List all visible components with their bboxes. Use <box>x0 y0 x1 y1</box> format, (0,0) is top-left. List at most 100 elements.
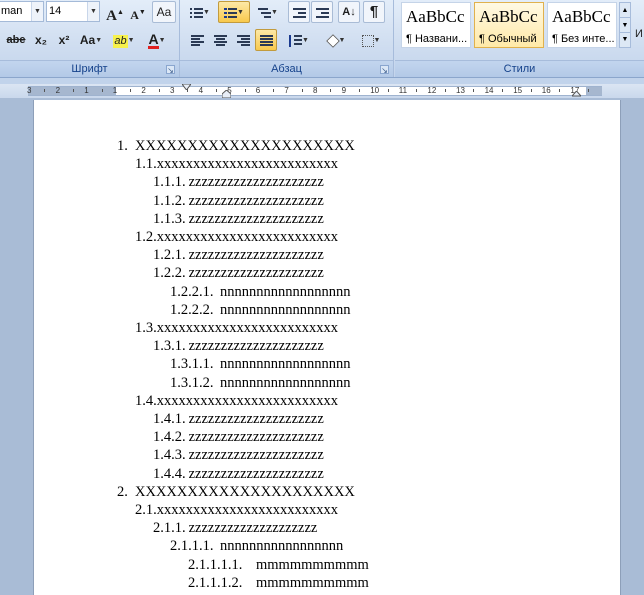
paragraph-group: ▼ ▼ ▼ A↓ ¶ ▼ ▼ ▼ Абзац ↘ <box>180 0 394 77</box>
style-title-tile[interactable]: AaBbCc ¶ Названи... <box>401 2 471 48</box>
list-number: 1.4.3. <box>153 447 186 464</box>
line-spacing-icon <box>289 34 303 47</box>
list-text: zzzzzzzzzzzzzzzzzzzzz <box>188 210 324 227</box>
line-spacing-button[interactable]: ▼ <box>284 29 314 51</box>
ruler-number: 12 <box>427 86 437 95</box>
superscript-button[interactable]: x² <box>53 29 75 51</box>
align-right-icon <box>236 34 250 47</box>
style-normal-tile[interactable]: AaBbCc ¶ Обычный <box>474 2 544 48</box>
list-text: zzzzzzzzzzzzzzzzzzzzz <box>188 192 324 209</box>
subscript-button[interactable]: x₂ <box>30 29 52 51</box>
list-item[interactable]: 1.3.1.2. nnnnnnnnnnnnnnnnnn <box>170 374 351 392</box>
list-number: 1.1.1. <box>153 174 186 191</box>
list-item[interactable]: 1.4.xxxxxxxxxxxxxxxxxxxxxxxxx <box>135 392 338 410</box>
list-item[interactable]: 1.2.xxxxxxxxxxxxxxxxxxxxxxxxx <box>135 228 338 246</box>
list-item[interactable]: 1.4.3. zzzzzzzzzzzzzzzzzzzzz <box>153 446 324 464</box>
list-item[interactable]: 1.2.1. zzzzzzzzzzzzzzzzzzzzz <box>153 246 324 264</box>
list-number: 1.4.1. <box>153 411 186 427</box>
list-item[interactable]: 2.1.1.1.1. mmmmmmmmmm <box>188 556 369 574</box>
justify-icon <box>259 34 273 47</box>
change-styles-label[interactable]: И <box>635 28 643 40</box>
list-item[interactable]: 1.2.2.2. nnnnnnnnnnnnnnnnnn <box>170 301 351 319</box>
list-item[interactable]: 1. XXXXXXXXXXXXXXXXXXXXX <box>117 137 355 155</box>
increase-indent-icon <box>315 7 329 19</box>
align-left-icon <box>190 34 204 47</box>
grow-font-label: A <box>106 8 117 24</box>
list-item[interactable]: 1.1.xxxxxxxxxxxxxxxxxxxxxxxxx <box>135 155 338 173</box>
ruler-number: 3 <box>27 86 32 95</box>
multilevel-list-button[interactable]: ▼ <box>252 1 284 23</box>
styles-scroll[interactable]: ▲ ▼ ▼ <box>619 2 631 48</box>
increase-indent-button[interactable] <box>311 1 333 23</box>
dialog-launcher-icon[interactable]: ↘ <box>166 65 175 75</box>
bullets-button[interactable]: ▼ <box>184 1 216 23</box>
borders-button[interactable]: ▼ <box>355 29 387 51</box>
ruler-tick <box>273 89 275 92</box>
list-item[interactable]: 1.2.2. zzzzzzzzzzzzzzzzzzzzz <box>153 264 324 282</box>
list-number: 1.2.2.1. <box>170 283 214 300</box>
list-item[interactable]: 1.3.1. zzzzzzzzzzzzzzzzzzzzz <box>153 337 324 355</box>
hanging-indent-marker[interactable] <box>222 90 231 98</box>
list-text: XXXXXXXXXXXXXXXXXXXXX <box>135 138 355 154</box>
justify-button[interactable] <box>255 29 277 51</box>
font-size-combo[interactable]: 14 ▼ <box>46 1 100 22</box>
highlight-button[interactable]: ab▼ <box>110 29 138 51</box>
list-item[interactable]: 2.1.xxxxxxxxxxxxxxxxxxxxxxxxx <box>135 501 338 519</box>
ruler-tick <box>416 89 418 92</box>
list-text: xxxxxxxxxxxxxxxxxxxxxxxxx <box>156 502 338 518</box>
more-icon[interactable]: ▼ <box>620 33 630 47</box>
horizontal-ruler[interactable]: 3 2 1 1 2 3 4 5 6 7 8 9 10 11 12 13 14 15 16 17 <box>0 84 644 98</box>
numbering-button[interactable]: ▼ <box>218 1 250 23</box>
list-item[interactable]: 2. XXXXXXXXXXXXXXXXXXXXX <box>117 483 355 501</box>
ribbon: man ▼ 14 ▼ A▲ A▼ Aa abe x₂ x² Aa▼ ab▼ A▼… <box>0 0 644 78</box>
first-line-indent-marker[interactable] <box>182 84 191 90</box>
list-item[interactable]: 1.1.2. zzzzzzzzzzzzzzzzzzzzz <box>153 192 324 210</box>
strikethrough-button[interactable]: abe <box>3 29 29 51</box>
font-name-combo[interactable]: man ▼ <box>0 1 44 22</box>
dialog-launcher-icon[interactable]: ↘ <box>380 65 389 75</box>
document-page[interactable]: 1. XXXXXXXXXXXXXXXXXXXXX 1.1.xxxxxxxxxxxxx… <box>33 100 621 595</box>
style-no-spacing-tile[interactable]: AaBbCc ¶ Без инте... <box>547 2 617 48</box>
font-group: man ▼ 14 ▼ A▲ A▼ Aa abe x₂ x² Aa▼ ab▼ A▼… <box>0 0 180 77</box>
list-item[interactable]: 1.1.3. zzzzzzzzzzzzzzzzzzzzz <box>153 210 324 228</box>
align-center-button[interactable] <box>209 29 231 51</box>
list-text: nnnnnnnnnnnnnnnnn <box>220 538 344 555</box>
list-item[interactable]: 1.4.4. zzzzzzzzzzzzzzzzzzzzz <box>153 465 324 483</box>
grow-font-button[interactable]: A▲ <box>104 1 126 24</box>
list-number: 1.2.2.2. <box>170 301 214 318</box>
list-item[interactable]: 2.1.1.1.2. mmmmmmmmmm <box>188 574 369 592</box>
list-item[interactable]: 1.3.1.1. nnnnnnnnnnnnnnnnnn <box>170 355 351 373</box>
list-number: 2.1.1.1.2. <box>188 574 243 591</box>
align-right-button[interactable] <box>232 29 254 51</box>
font-group-label: Шрифт <box>0 60 179 77</box>
chevron-up-icon[interactable]: ▲ <box>620 3 630 18</box>
decrease-indent-button[interactable] <box>288 1 310 23</box>
list-item[interactable]: 1.2.2.1. nnnnnnnnnnnnnnnnnn <box>170 283 351 301</box>
list-item[interactable]: 2.1.1. zzzzzzzzzzzzzzzzzzzz <box>153 519 317 537</box>
chevron-down-icon[interactable]: ▼ <box>31 2 43 21</box>
list-item[interactable]: 1.3.xxxxxxxxxxxxxxxxxxxxxxxxx <box>135 319 338 337</box>
list-item[interactable]: 2.1.1.1. nnnnnnnnnnnnnnnnn <box>170 537 343 555</box>
list-text: zzzzzzzzzzzzzzzzzzzzz <box>188 338 324 355</box>
shading-button[interactable]: ▼ <box>320 29 352 51</box>
list-item[interactable]: 1.4.2. zzzzzzzzzzzzzzzzzzzzz <box>153 428 324 446</box>
chevron-down-icon[interactable]: ▼ <box>87 2 99 21</box>
font-color-icon: A <box>148 31 159 49</box>
align-left-button[interactable] <box>186 29 208 51</box>
font-color-button[interactable]: A▼ <box>141 29 173 51</box>
list-number: 2.1. <box>135 502 157 518</box>
clear-format-button[interactable]: Aa <box>152 1 176 23</box>
change-case-button[interactable]: Aa▼ <box>77 29 105 51</box>
right-indent-marker[interactable] <box>572 91 581 98</box>
list-text: xxxxxxxxxxxxxxxxxxxxxxxxx <box>156 320 338 336</box>
list-item[interactable]: 1.4.1. zzzzzzzzzzzzzzzzzzzzz <box>153 410 324 428</box>
ruler-number: 15 <box>513 86 523 95</box>
ruler-tick <box>244 89 246 92</box>
chevron-down-icon[interactable]: ▼ <box>620 18 630 33</box>
show-marks-button[interactable]: ¶ <box>363 1 385 23</box>
clear-format-icon: Aa <box>156 5 172 19</box>
list-item[interactable]: 1.1.1. zzzzzzzzzzzzzzzzzzzzz <box>153 173 324 191</box>
list-number: 1.4. <box>135 392 157 409</box>
shrink-font-button[interactable]: A▼ <box>127 1 149 23</box>
sort-button[interactable]: A↓ <box>338 1 360 23</box>
